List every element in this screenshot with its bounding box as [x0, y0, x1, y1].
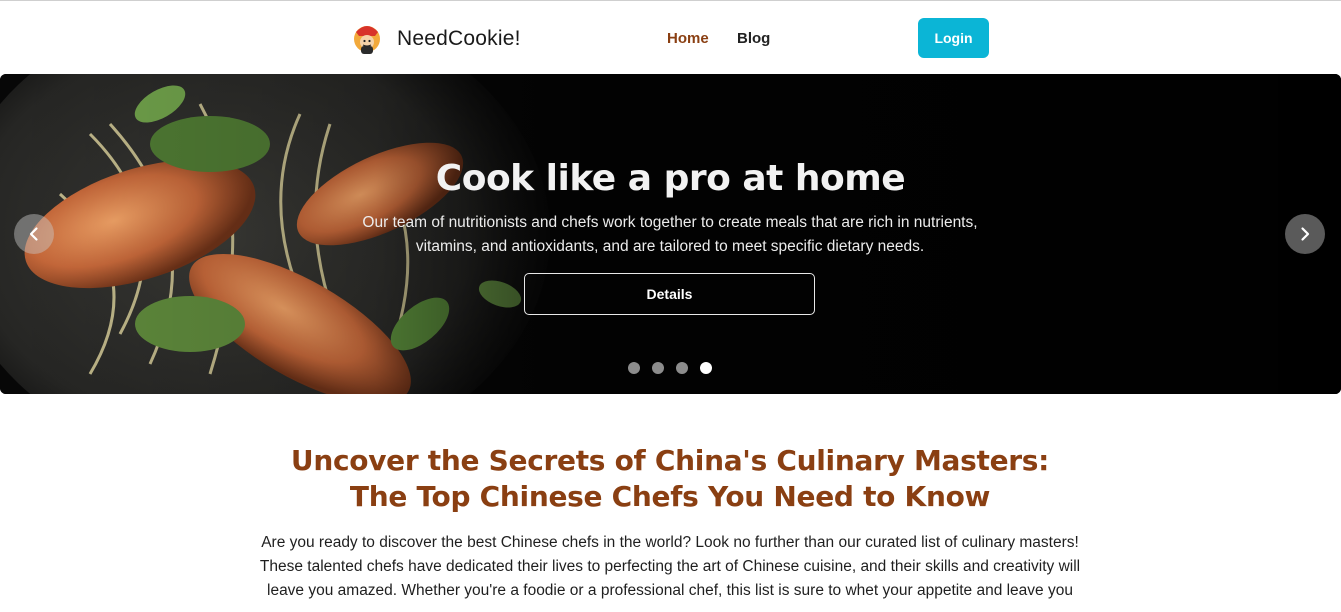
brand-name: NeedCookie! — [397, 27, 521, 50]
brand[interactable]: NeedCookie! — [350, 21, 521, 57]
nav-link-home[interactable]: Home — [667, 30, 709, 47]
nav-link-blog[interactable]: Blog — [737, 30, 770, 47]
article-title-line-1: Uncover the Secrets of China's Culinary … — [290, 444, 1050, 477]
chef-logo-icon — [354, 26, 380, 54]
hero-description: Our team of nutritionists and chefs work… — [362, 214, 978, 255]
login-button[interactable]: Login — [918, 18, 989, 58]
navbar: NeedCookie! Home Blog Login — [0, 1, 1341, 74]
hero-carousel: Cook like a pro at home Our team of nutr… — [0, 74, 1341, 394]
carousel-next-button[interactable] — [1285, 214, 1325, 254]
article-text: Are you ready to discover the best Chine… — [259, 534, 1081, 599]
article-title: Uncover the Secrets of China's Culinary … — [170, 443, 1170, 515]
carousel-indicators — [628, 362, 724, 374]
hero-title: Cook like a pro at home — [435, 158, 906, 199]
carousel-indicator-2[interactable] — [652, 362, 664, 374]
carousel-indicator-1[interactable] — [628, 362, 640, 374]
chevron-right-icon — [1301, 227, 1310, 241]
details-button[interactable]: Details — [524, 273, 815, 315]
chevron-left-icon — [29, 227, 38, 241]
carousel-indicator-4[interactable] — [700, 362, 712, 374]
carousel-indicator-3[interactable] — [676, 362, 688, 374]
carousel-prev-button[interactable] — [14, 214, 54, 254]
article-title-line-2: The Top Chinese Chefs You Need to Know — [349, 480, 991, 513]
